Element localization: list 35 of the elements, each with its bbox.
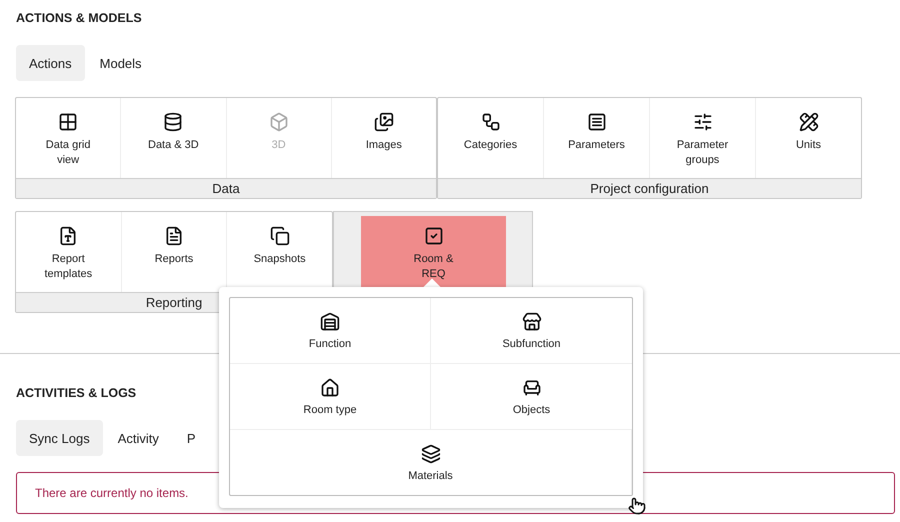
store-icon (522, 312, 542, 332)
menu-item[interactable]: Objects (431, 364, 632, 430)
document-icon (58, 226, 78, 246)
tab[interactable]: Models (86, 45, 155, 81)
menu-item[interactable]: Subfunction (431, 298, 632, 364)
sliders-icon (692, 112, 712, 132)
menu-item[interactable]: Function (230, 298, 431, 364)
tab[interactable]: P (174, 420, 209, 456)
section-heading: ACTIONS & MODELS (16, 11, 142, 27)
garage-icon (320, 312, 340, 332)
cube-icon (268, 112, 289, 132)
list-icon (586, 112, 606, 132)
layers-icon (420, 444, 440, 464)
group-label: Project configuration (438, 178, 861, 198)
section-heading: ACTIVITIES & LOGS (16, 386, 136, 402)
tab[interactable]: Sync Logs (16, 420, 103, 456)
menu-item[interactable]: Room type (230, 364, 431, 430)
database-icon (163, 112, 184, 132)
action-tile[interactable]: Room & REQ (361, 216, 506, 288)
action-tile[interactable]: Units (756, 98, 861, 178)
house-icon (320, 378, 340, 398)
copy-icon (270, 226, 290, 246)
hierarchy-icon (480, 112, 500, 132)
pencil-ruler-icon (798, 112, 818, 132)
tab[interactable]: Activity (104, 420, 172, 456)
checkbox-icon (424, 226, 444, 246)
menu-item[interactable]: Materials (230, 430, 632, 495)
group-label: Data (16, 178, 436, 198)
report-icon (164, 226, 184, 246)
action-tile[interactable]: Snapshots (227, 212, 332, 292)
action-tile[interactable]: Images (332, 98, 436, 178)
chair-icon (522, 378, 542, 398)
grid-icon (58, 112, 78, 132)
images-icon (374, 112, 394, 132)
tab[interactable]: Actions (16, 45, 85, 81)
